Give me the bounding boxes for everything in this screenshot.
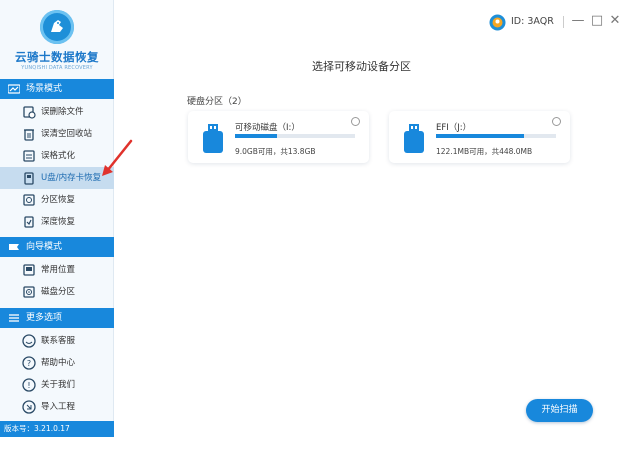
annotation-arrow-icon bbox=[102, 139, 133, 176]
sidebar-item-format[interactable]: 误格式化 bbox=[0, 145, 114, 167]
sidebar-item-label: 误格式化 bbox=[41, 151, 76, 161]
maximize-button[interactable]: □ bbox=[590, 14, 604, 28]
minimize-button[interactable]: — bbox=[571, 14, 585, 28]
sidebar-item-common-location[interactable]: 常用位置 bbox=[0, 259, 114, 281]
wizard-mode-icon bbox=[9, 244, 19, 250]
version-label: 版本号：3.21.0.17 bbox=[0, 421, 114, 437]
menu-icon bbox=[9, 314, 19, 322]
sidebar-item-label: 导入工程 bbox=[41, 402, 76, 412]
usb-drive-icon bbox=[404, 124, 424, 153]
sidebar-item-recycle-bin[interactable]: 误清空回收站 bbox=[0, 123, 114, 145]
device-capacity: 122.1MB可用，共448.0MB bbox=[436, 147, 533, 156]
recycle-bin-icon bbox=[24, 129, 34, 141]
device-capacity: 9.0GB可用，共13.8GB bbox=[235, 147, 316, 156]
device-card-removable-disk[interactable]: 可移动磁盘（I:） 9.0GB可用，共13.8GB bbox=[188, 111, 369, 163]
deleted-file-icon bbox=[23, 106, 36, 119]
deep-recovery-icon bbox=[24, 216, 34, 228]
sidebar-item-label: 帮助中心 bbox=[41, 358, 76, 368]
sidebar-item-deep-recovery[interactable]: 深度恢复 bbox=[0, 211, 114, 233]
sidebar-item-label: 关于我们 bbox=[41, 380, 76, 390]
sidebar-item-label: 分区恢复 bbox=[41, 195, 76, 205]
avatar-icon bbox=[489, 14, 506, 31]
sidebar-item-label: 深度恢复 bbox=[41, 217, 76, 227]
device-select-radio[interactable] bbox=[351, 117, 360, 126]
svg-text:?: ? bbox=[27, 359, 31, 368]
titlebar-separator bbox=[563, 16, 564, 28]
section-more-options-label: 更多选项 bbox=[26, 313, 63, 323]
sidebar-item-label: 联系客服 bbox=[41, 336, 76, 346]
disk-partition-icon bbox=[23, 286, 35, 298]
usb-drive-icon bbox=[203, 124, 223, 153]
sidebar-item-import[interactable]: 导入工程 bbox=[0, 396, 114, 418]
help-icon: ? bbox=[22, 356, 36, 370]
section-wizard-mode-label: 向导模式 bbox=[26, 242, 63, 252]
sidebar-item-label: 误删除文件 bbox=[41, 107, 84, 117]
disk-section-label: 硬盘分区（2） bbox=[187, 97, 247, 107]
usage-bar-fill bbox=[436, 134, 524, 138]
device-card-efi[interactable]: EFI（J:） 122.1MB可用，共448.0MB bbox=[389, 111, 570, 163]
usage-bar bbox=[436, 134, 556, 138]
device-name: 可移动磁盘（I:） bbox=[235, 123, 300, 133]
common-location-icon bbox=[23, 264, 35, 276]
sidebar-item-label: 误清空回收站 bbox=[41, 129, 93, 139]
app-window: 云骑士数据恢复 YUNQISHI DATA RECOVERY 场景模式 误删除文… bbox=[0, 0, 643, 453]
section-scene-mode[interactable]: 场景模式 bbox=[0, 79, 114, 99]
sidebar: 云骑士数据恢复 YUNQISHI DATA RECOVERY 场景模式 误删除文… bbox=[0, 0, 114, 437]
scene-mode-icon bbox=[8, 84, 20, 94]
partition-icon bbox=[23, 194, 35, 206]
logo-subtitle: YUNQISHI DATA RECOVERY bbox=[21, 65, 93, 71]
about-icon: ! bbox=[22, 378, 36, 392]
close-button[interactable]: ✕ bbox=[608, 14, 622, 28]
user-id-text: ID: 3AQR bbox=[511, 16, 554, 27]
sidebar-item-partition[interactable]: 分区恢复 bbox=[0, 189, 114, 211]
sidebar-item-about[interactable]: ! 关于我们 bbox=[0, 374, 114, 396]
sidebar-item-disk-partition[interactable]: 磁盘分区 bbox=[0, 281, 114, 303]
sidebar-item-label: 磁盘分区 bbox=[41, 287, 76, 297]
device-name: EFI（J:） bbox=[436, 123, 472, 133]
usage-bar bbox=[235, 134, 355, 138]
section-scene-mode-label: 场景模式 bbox=[26, 84, 63, 94]
sidebar-item-help[interactable]: ? 帮助中心 bbox=[0, 352, 114, 374]
svg-text:!: ! bbox=[27, 381, 30, 390]
logo-knight-icon bbox=[40, 10, 74, 44]
start-scan-button[interactable]: 开始扫描 bbox=[526, 399, 593, 422]
customer-service-icon bbox=[22, 334, 36, 348]
sidebar-item-deleted-files[interactable]: 误删除文件 bbox=[0, 101, 114, 123]
usage-bar-fill bbox=[235, 134, 277, 138]
sidebar-item-usb-card[interactable]: U盘/内存卡恢复 bbox=[0, 167, 114, 189]
import-icon bbox=[22, 400, 36, 414]
format-icon bbox=[23, 150, 35, 162]
page-title: 选择可移动设备分区 bbox=[312, 60, 411, 73]
sidebar-item-label: U盘/内存卡恢复 bbox=[41, 173, 102, 183]
device-select-radio[interactable] bbox=[552, 117, 561, 126]
usb-card-icon bbox=[24, 172, 34, 185]
section-wizard-mode[interactable]: 向导模式 bbox=[0, 237, 114, 257]
sidebar-item-label: 常用位置 bbox=[41, 265, 76, 275]
logo: 云骑士数据恢复 YUNQISHI DATA RECOVERY bbox=[0, 4, 114, 76]
sidebar-item-customer-service[interactable]: 联系客服 bbox=[0, 330, 114, 352]
section-more-options[interactable]: 更多选项 bbox=[0, 308, 114, 328]
logo-title: 云骑士数据恢复 bbox=[15, 50, 99, 64]
